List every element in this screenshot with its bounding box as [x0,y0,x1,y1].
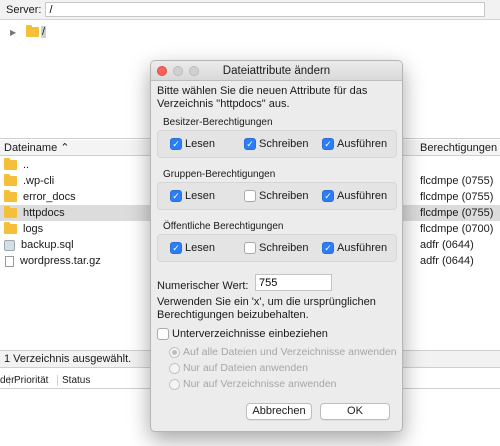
radio-label: Auf alle Dateien und Verzeichnisse anwen… [183,346,397,358]
group-execute-checkbox[interactable]: ✓ Ausführen [322,190,387,202]
group-permissions-box: ✓ Lesen Schreiben ✓ Ausführen [157,182,397,210]
minimize-window-button [173,66,183,76]
checkbox-label: Schreiben [259,242,309,254]
folder-icon [4,174,17,186]
checkbox-label: Lesen [185,190,215,202]
file-name: backup.sql [21,239,74,251]
checkbox-checked-icon: ✓ [170,138,182,150]
dialog-title: Dateiattribute ändern [222,65,331,77]
file-name: .. [23,159,30,171]
checkbox-unchecked-icon [157,328,169,340]
file-permissions: flcdmpe (0700) [420,223,494,235]
apply-dirs-only-radio: Nur auf Verzeichnisse anwenden [169,378,337,390]
queue-column-server[interactable]: der [0,375,14,386]
owner-permissions-title: Besitzer-Berechtigungen [163,117,273,128]
checkbox-label: Schreiben [259,190,309,202]
owner-execute-checkbox[interactable]: ✓ Ausführen [322,138,387,150]
group-read-checkbox[interactable]: ✓ Lesen [170,190,215,202]
close-window-button[interactable] [157,66,167,76]
queue-column-priority[interactable]: Priorität [10,375,58,386]
checkbox-label: Lesen [185,242,215,254]
ok-button[interactable]: OK [320,403,390,420]
checkbox-label: Ausführen [337,138,388,150]
radio-label: Nur auf Dateien anwenden [183,362,308,374]
file-permissions: adfr (0644) [420,239,474,251]
public-permissions-group: Öffentliche Berechtigungen ✓ Lesen Schre… [157,221,397,262]
apply-files-only-radio: Nur auf Dateien anwenden [169,362,308,374]
checkbox-checked-icon: ✓ [322,138,334,150]
sort-ascending-icon: ⌃ [60,142,70,154]
public-read-checkbox[interactable]: ✓ Lesen [170,242,215,254]
radio-unselected-icon [169,362,180,374]
zoom-window-button [189,66,199,76]
owner-write-checkbox[interactable]: ✓ Schreiben [244,138,309,150]
numeric-value-hint: Verwenden Sie ein 'x', um die ursprüngli… [157,296,376,321]
checkbox-label: Lesen [185,138,215,150]
radio-unselected-icon [169,378,180,390]
folder-icon [4,206,17,218]
cancel-button[interactable]: Abbrechen [246,403,312,420]
group-permissions-title: Gruppen-Berechtigungen [163,169,276,180]
dialog-titlebar: Dateiattribute ändern [151,61,402,81]
column-header-filename[interactable]: Dateiname ⌃ [0,141,150,154]
file-permissions: flcdmpe (0755) [420,175,494,187]
radio-selected-icon [169,346,180,358]
owner-permissions-box: ✓ Lesen ✓ Schreiben ✓ Ausführen [157,130,397,158]
checkbox-label: Ausführen [337,242,388,254]
apply-all-radio: Auf alle Dateien und Verzeichnisse anwen… [169,346,397,358]
file-name: .wp-cli [23,175,55,187]
checkbox-checked-icon: ✓ [322,242,334,254]
tree-root-node[interactable]: ▶ / [10,25,47,38]
remote-path-bar: Server: [0,0,500,20]
column-header-filename-label: Dateiname [4,142,58,154]
checkbox-checked-icon: ✓ [244,138,256,150]
expand-arrow-icon[interactable]: ▶ [10,28,26,37]
group-permissions-group: Gruppen-Berechtigungen ✓ Lesen Schreiben… [157,169,397,210]
numeric-value-input[interactable] [255,274,332,291]
public-permissions-title: Öffentliche Berechtigungen [163,221,284,232]
database-file-icon [4,239,15,251]
group-write-checkbox[interactable]: Schreiben [244,190,309,202]
tree-root-label: / [41,26,47,38]
file-name: logs [23,223,44,235]
public-permissions-box: ✓ Lesen Schreiben ✓ Ausführen [157,234,397,262]
checkbox-checked-icon: ✓ [170,190,182,202]
checkbox-label: Schreiben [259,138,309,150]
folder-icon [26,25,39,37]
checkbox-label: Unterverzeichnisse einbeziehen [172,328,328,340]
queue-column-status[interactable]: Status [58,375,118,386]
checkbox-unchecked-icon [244,242,256,254]
checkbox-label: Ausführen [337,190,388,202]
owner-permissions-group: Besitzer-Berechtigungen ✓ Lesen ✓ Schrei… [157,117,397,158]
column-header-permissions[interactable]: Berechtigungen [420,142,497,154]
file-name: httpdocs [23,207,65,219]
folder-icon [4,158,17,170]
public-write-checkbox[interactable]: Schreiben [244,242,309,254]
server-label: Server: [6,3,42,16]
remote-path-input[interactable] [45,2,486,17]
radio-label: Nur auf Verzeichnisse anwenden [183,378,337,390]
file-attributes-dialog: Dateiattribute ändern Bitte wählen Sie d… [150,60,403,432]
owner-read-checkbox[interactable]: ✓ Lesen [170,138,215,150]
file-name: wordpress.tar.gz [20,255,101,267]
folder-icon [4,222,17,234]
file-icon [5,255,14,267]
folder-icon [4,190,17,202]
checkbox-checked-icon: ✓ [170,242,182,254]
dialog-intro-text: Bitte wählen Sie die neuen Attribute für… [157,85,368,110]
checkbox-unchecked-icon [244,190,256,202]
recurse-subdirectories-checkbox[interactable]: Unterverzeichnisse einbeziehen [157,328,328,340]
file-name: error_docs [23,191,76,203]
numeric-value-label: Numerischer Wert: [157,280,249,292]
checkbox-checked-icon: ✓ [322,190,334,202]
file-permissions: adfr (0644) [420,255,474,267]
file-permissions: flcdmpe (0755) [420,191,494,203]
file-permissions: flcdmpe (0755) [420,207,494,219]
public-execute-checkbox[interactable]: ✓ Ausführen [322,242,387,254]
